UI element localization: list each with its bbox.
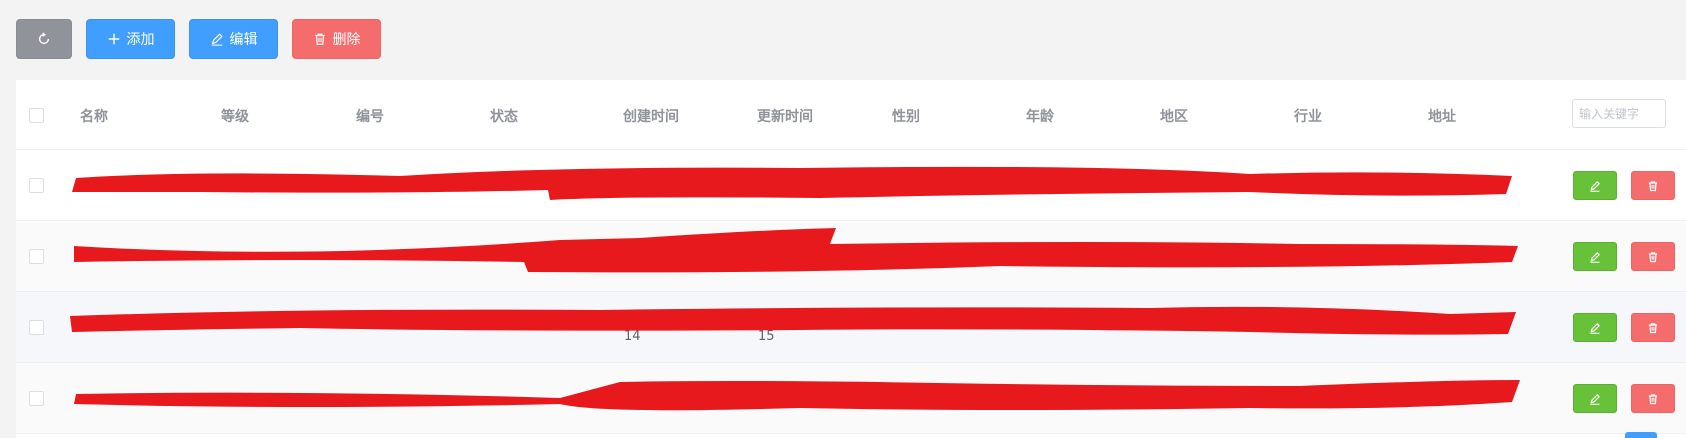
search-input[interactable] xyxy=(1572,99,1666,128)
trash-icon xyxy=(1648,251,1658,262)
column-header-updated-time: 更新时间 xyxy=(757,109,813,125)
delete-button-label: 删除 xyxy=(332,32,361,48)
trash-icon xyxy=(1648,180,1658,191)
column-header-level: 等级 xyxy=(221,109,249,125)
edit-icon xyxy=(1590,251,1600,263)
horizontal-scrollbar[interactable] xyxy=(1625,432,1657,438)
column-header-age: 年龄 xyxy=(1026,109,1054,125)
row-checkbox[interactable] xyxy=(29,178,44,193)
column-header-region: 地区 xyxy=(1160,109,1188,125)
refresh-button[interactable] xyxy=(16,19,72,59)
toolbar: 添加 编辑 删除 xyxy=(16,19,381,59)
trash-icon xyxy=(1648,322,1658,333)
row-checkbox[interactable] xyxy=(29,391,44,406)
cell-updated-time: 15 xyxy=(758,329,775,344)
row-edit-button[interactable] xyxy=(1573,384,1617,413)
edit-icon xyxy=(1590,393,1600,405)
trash-icon xyxy=(314,33,325,45)
table-row xyxy=(16,363,1686,434)
column-header-industry: 行业 xyxy=(1294,109,1322,125)
table-header-row: 名称 等级 编号 状态 创建时间 更新时间 性别 年龄 地区 行业 地址 xyxy=(16,80,1686,150)
table-row xyxy=(16,150,1686,221)
data-table: 名称 等级 编号 状态 创建时间 更新时间 性别 年龄 地区 行业 地址 输入关… xyxy=(16,80,1686,438)
trash-icon xyxy=(1648,393,1658,404)
column-header-number: 编号 xyxy=(356,109,384,125)
row-delete-button[interactable] xyxy=(1631,171,1675,200)
row-edit-button[interactable] xyxy=(1573,242,1617,271)
row-checkbox[interactable] xyxy=(29,320,44,335)
row-edit-button[interactable] xyxy=(1573,313,1617,342)
column-header-status: 状态 xyxy=(490,109,518,125)
column-header-address: 地址 xyxy=(1428,109,1456,125)
plus-icon xyxy=(108,33,119,45)
delete-button[interactable]: 删除 xyxy=(292,19,381,59)
row-checkbox[interactable] xyxy=(29,249,44,264)
edit-icon xyxy=(1590,322,1600,334)
row-delete-button[interactable] xyxy=(1631,384,1675,413)
column-header-name: 名称 xyxy=(80,109,108,125)
add-button-label: 添加 xyxy=(126,32,155,48)
add-button[interactable]: 添加 xyxy=(86,19,175,59)
edit-button-label: 编辑 xyxy=(229,32,258,48)
cell-created-time: 14 xyxy=(624,329,641,344)
column-header-gender: 性别 xyxy=(892,109,920,125)
refresh-icon xyxy=(38,32,50,45)
row-delete-button[interactable] xyxy=(1631,313,1675,342)
edit-icon xyxy=(211,33,223,46)
edit-icon xyxy=(1590,180,1600,192)
select-all-checkbox[interactable] xyxy=(29,108,44,123)
table-row: 14 15 xyxy=(16,292,1686,363)
row-delete-button[interactable] xyxy=(1631,242,1675,271)
row-edit-button[interactable] xyxy=(1573,171,1617,200)
table-row xyxy=(16,221,1686,292)
edit-button[interactable]: 编辑 xyxy=(189,19,278,59)
column-header-created-time: 创建时间 xyxy=(623,109,679,125)
